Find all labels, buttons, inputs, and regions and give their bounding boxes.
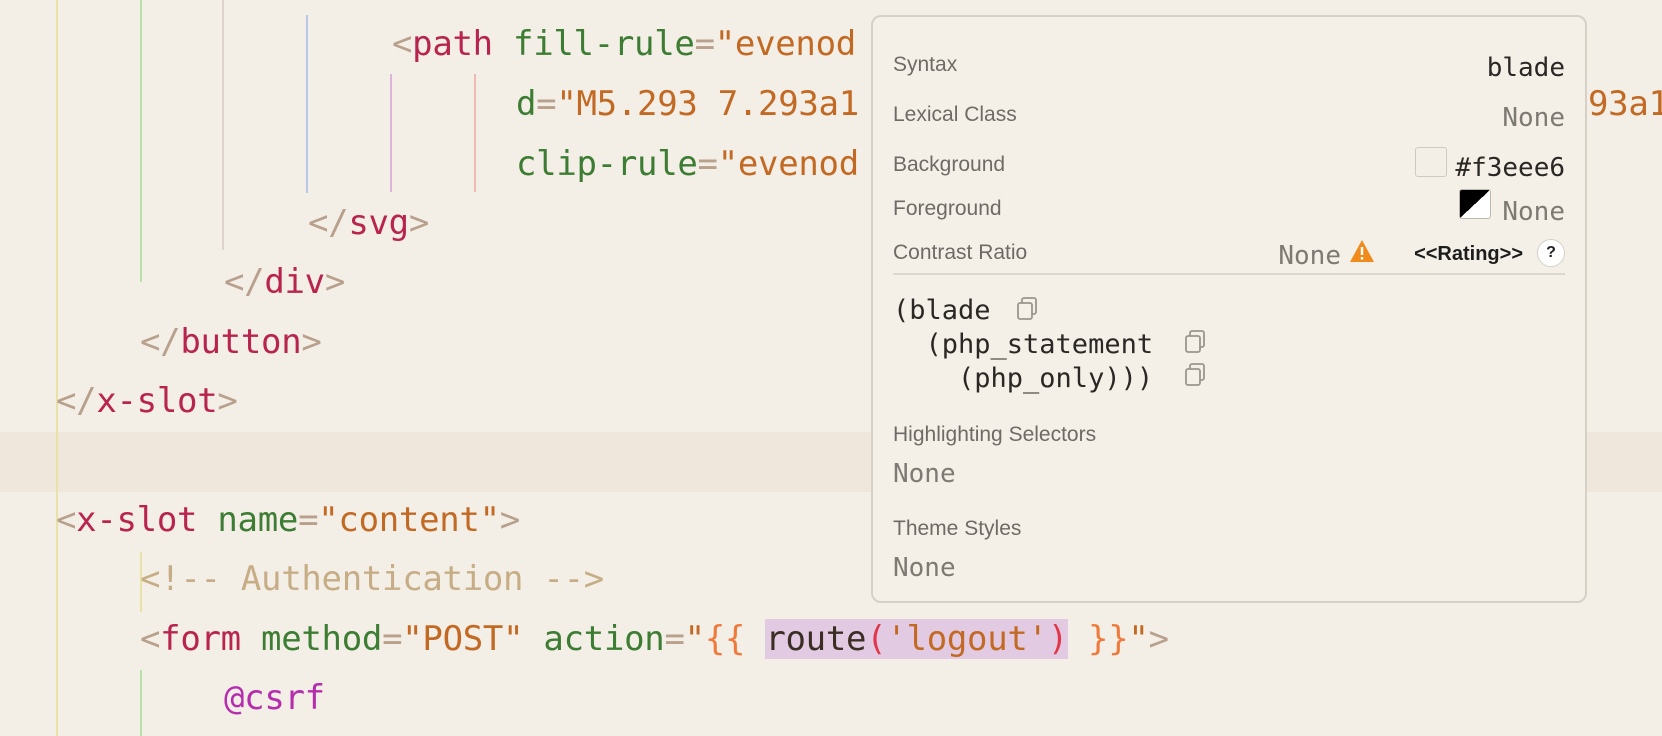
- syntax-tree-line: (php_statement: [893, 329, 1154, 360]
- copy-icon[interactable]: [1184, 363, 1206, 387]
- code-token: "evenod: [717, 144, 860, 184]
- code-line[interactable]: <form method="POST" action="{{ route('lo…: [140, 609, 1169, 669]
- lexical-class-label: Lexical Class: [893, 103, 1017, 126]
- code-token: action: [523, 619, 665, 659]
- code-fragment: 93a1: [1588, 84, 1662, 124]
- foreground-swatch: [1459, 189, 1491, 219]
- theme-styles-value: None: [893, 553, 956, 583]
- code-token: </: [140, 322, 181, 362]
- code-token: =: [694, 24, 715, 64]
- contrast-ratio-row: Contrast Ratio None <<Rating>> ?: [893, 225, 1565, 271]
- code-token: svg: [348, 203, 409, 243]
- code-token: name: [197, 500, 299, 540]
- code-token: method: [240, 619, 383, 659]
- code-token: </: [224, 262, 265, 302]
- code-token: </: [56, 381, 97, 421]
- code-token: (: [866, 619, 887, 659]
- section-divider: [893, 273, 1565, 275]
- code-token: =: [536, 84, 557, 124]
- theme-styles-label: Theme Styles: [893, 517, 1022, 540]
- code-token: path: [412, 24, 493, 64]
- contrast-ratio-label: Contrast Ratio: [893, 241, 1028, 264]
- foreground-value: None: [1502, 197, 1565, 227]
- syntax-label: Syntax: [893, 53, 958, 76]
- help-button[interactable]: ?: [1537, 239, 1565, 267]
- code-token: clip-rule: [516, 144, 698, 184]
- indent-guide: [474, 74, 476, 192]
- code-token: >: [217, 381, 238, 421]
- code-line[interactable]: d="M5.293 7.293a1: [516, 74, 859, 134]
- copy-icon[interactable]: [1016, 297, 1038, 321]
- code-token: =: [382, 619, 403, 659]
- code-token: =: [298, 500, 319, 540]
- syntax-inspector-popover: Syntax blade Lexical Class None Backgrou…: [871, 15, 1587, 603]
- code-line[interactable]: @csrf: [224, 668, 325, 728]
- copy-icon[interactable]: [1184, 330, 1206, 354]
- contrast-ratio-value: None: [1278, 241, 1341, 271]
- code-token: <!-- Authentication -->: [140, 559, 604, 599]
- background-swatch: [1415, 147, 1447, 177]
- code-token: >: [324, 262, 346, 302]
- code-line[interactable]: clip-rule="evenod: [516, 134, 859, 194]
- code-line[interactable]: <x-slot name="content">: [56, 490, 520, 550]
- code-token: @csrf: [224, 678, 325, 718]
- indent-guide: [140, 670, 142, 736]
- code-line[interactable]: </div>: [224, 252, 345, 312]
- code-token: =: [664, 619, 685, 659]
- code-token: <: [140, 619, 161, 659]
- code-token: div: [264, 262, 325, 302]
- code-token: <: [392, 24, 413, 64]
- code-token: route: [765, 619, 867, 659]
- code-token: "M5.293 7.293a1: [556, 84, 859, 124]
- code-token: ): [1047, 619, 1068, 659]
- indent-guide: [222, 0, 224, 250]
- code-token: >: [301, 322, 322, 362]
- code-line[interactable]: </x-slot>: [56, 371, 238, 431]
- code-token: fill-rule: [492, 24, 695, 64]
- code-token: }}: [1067, 619, 1129, 659]
- lexical-class-value: None: [1502, 103, 1565, 133]
- background-value: #f3eee6: [1455, 153, 1565, 183]
- code-line[interactable]: </svg>: [308, 193, 429, 253]
- lexical-class-row: Lexical Class None: [893, 87, 1565, 133]
- syntax-value: blade: [1486, 53, 1565, 83]
- code-token: >: [1148, 619, 1169, 659]
- foreground-row: Foreground None: [893, 181, 1565, 227]
- code-token: x-slot: [96, 381, 218, 421]
- code-token: =: [697, 144, 718, 184]
- highlighting-selectors-value: None: [893, 459, 956, 489]
- indent-guide: [140, 0, 142, 282]
- code-line[interactable]: <!-- Authentication -->: [140, 549, 604, 609]
- syntax-tree-line: (blade: [893, 295, 991, 326]
- background-row: Background #f3eee6: [893, 137, 1565, 183]
- code-token: </: [308, 203, 349, 243]
- code-line[interactable]: </button>: [140, 312, 322, 372]
- rating-label: <<Rating>>: [1414, 243, 1523, 265]
- code-token: 'logout': [886, 619, 1048, 659]
- code-token: form: [160, 619, 241, 659]
- highlighting-selectors-label: Highlighting Selectors: [893, 423, 1097, 446]
- code-token: <: [56, 500, 77, 540]
- code-token: ": [684, 619, 705, 659]
- syntax-tree-line: (php_only))): [893, 363, 1154, 394]
- code-token: >: [499, 500, 520, 540]
- code-token: {{: [704, 619, 766, 659]
- warning-icon: [1350, 240, 1374, 262]
- background-label: Background: [893, 153, 1006, 176]
- indent-guide: [56, 0, 58, 736]
- code-token: >: [408, 203, 430, 243]
- code-token: ": [1128, 619, 1149, 659]
- code-token: "evenod: [714, 24, 857, 64]
- code-token: x-slot: [76, 500, 198, 540]
- syntax-row: Syntax blade: [893, 37, 1565, 83]
- code-token: button: [180, 322, 302, 362]
- code-line[interactable]: <path fill-rule="evenod: [392, 14, 856, 74]
- code-token: d: [516, 84, 537, 124]
- indent-guide: [390, 74, 392, 192]
- foreground-label: Foreground: [893, 197, 1002, 220]
- code-token: "POST": [402, 619, 524, 659]
- indent-guide: [306, 15, 308, 193]
- code-token: "content": [318, 500, 500, 540]
